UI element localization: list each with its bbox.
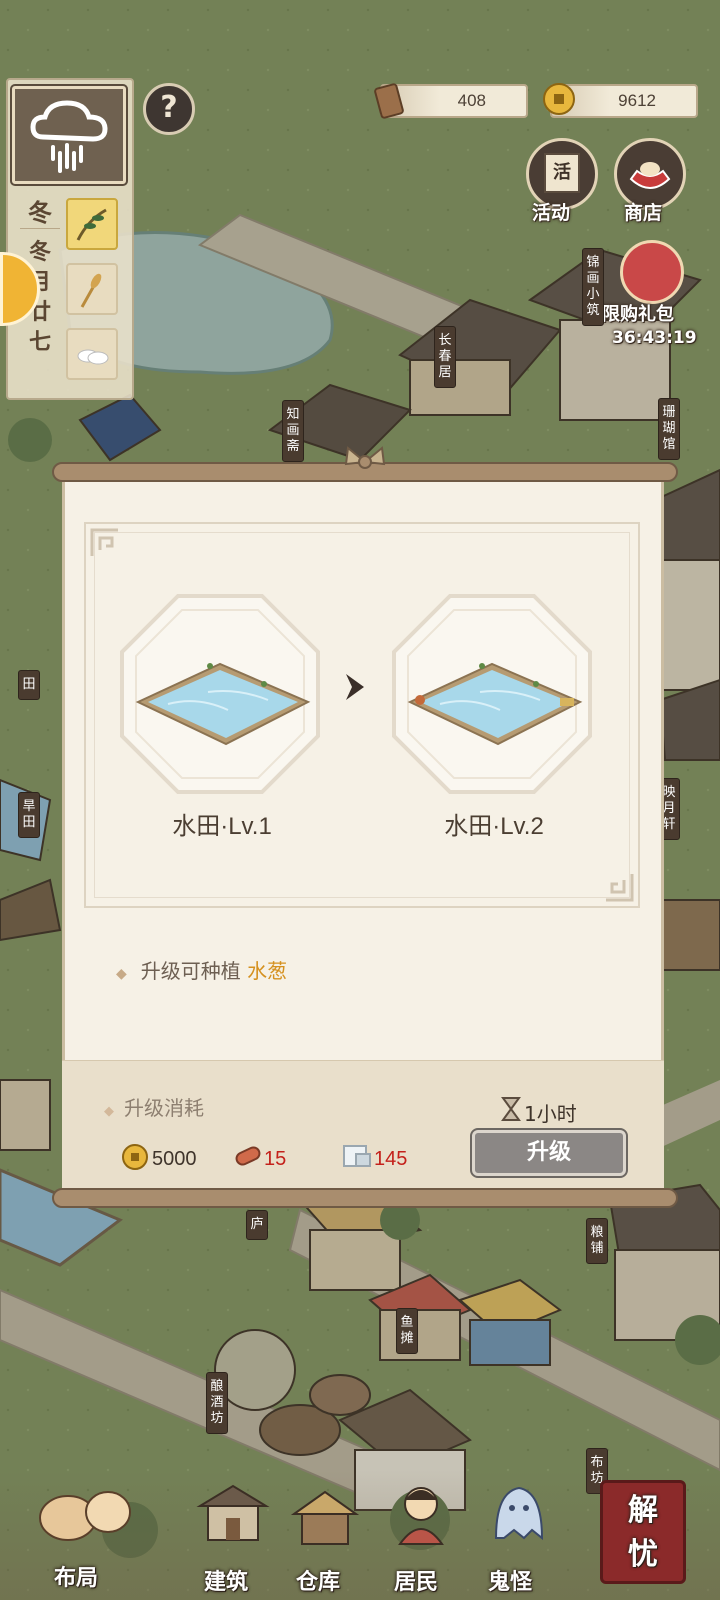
cloud-icon [77, 349, 109, 365]
wood-cost-icon [235, 1146, 261, 1166]
nav-ghosts[interactable]: 鬼怪 [488, 1564, 532, 1596]
rice-slot-selected[interactable] [66, 198, 118, 250]
field-lv2-label: 水田·Lv.2 [384, 806, 604, 841]
cloud-slot[interactable] [66, 328, 118, 380]
field-lv2-image [392, 594, 592, 794]
bullet-diamond-icon: ◆ [104, 1104, 114, 1119]
wood-amount: 408 [457, 91, 486, 110]
field-lv1-level: Lv.1 [228, 813, 272, 840]
limited-pack-timer: 36:43:19 [612, 328, 697, 348]
upgrade-time: 1小时 [524, 1102, 577, 1126]
activity-label: 活动 [532, 202, 571, 224]
jieyou-button[interactable]: 解忧 [600, 1480, 686, 1584]
coin-cost-icon [122, 1144, 148, 1170]
wheat-icon [80, 273, 102, 308]
field-lv1-image [120, 594, 320, 794]
upgrade-unlock-note: ◆ 升级可种植 水葱 [116, 955, 287, 984]
sign-liangpu[interactable]: 粮铺 [586, 1218, 608, 1264]
knot-ornament-icon [344, 446, 386, 469]
coin-amount: 9612 [618, 91, 656, 110]
sign-tian[interactable]: 田 [18, 670, 40, 700]
cost-title-text: 升级消耗 [124, 1096, 204, 1120]
help-button[interactable]: ? [143, 83, 195, 135]
sign-niangjiu[interactable]: 酿酒坊 [206, 1372, 228, 1434]
activity-scroll-icon: 活 [544, 153, 580, 193]
corner-ornament-icon [90, 528, 118, 556]
shop-label: 商店 [624, 202, 663, 224]
field-lv2-dot: · [492, 813, 501, 840]
ghost-icon [482, 1478, 556, 1548]
nav-residents[interactable]: 居民 [394, 1564, 438, 1596]
stone-cost-icon [343, 1145, 371, 1167]
field-lv2-level: Lv.2 [500, 813, 544, 840]
sign-zhihua[interactable]: 知画斋 [282, 400, 304, 462]
date-char-4: 七 [28, 329, 51, 355]
bullet-diamond-icon: ◆ [116, 966, 127, 982]
nav-storage[interactable]: 仓库 [296, 1564, 340, 1596]
sign-lu[interactable]: 庐 [246, 1210, 268, 1240]
rice-plant-icon [76, 208, 107, 241]
stone-cost: 145 [374, 1148, 408, 1170]
season-label: 冬 [20, 198, 60, 229]
wood-log-icon [374, 83, 404, 119]
field-lv2-name: 水田 [444, 813, 493, 840]
building-icon [196, 1478, 270, 1548]
upgrade-button[interactable]: 升级 [470, 1128, 628, 1178]
rain-cloud-icon[interactable] [10, 84, 128, 186]
sign-hantian[interactable]: 旱田 [18, 792, 40, 838]
scroll-rod-bottom [52, 1188, 678, 1208]
unlock-crop-name: 水葱 [247, 959, 288, 983]
corner-ornament-icon [606, 874, 634, 902]
layout-icon [28, 1478, 138, 1548]
limited-pack-icon[interactable] [620, 240, 684, 304]
field-lv1-name: 水田 [172, 813, 221, 840]
sign-changchun[interactable]: 长春居 [434, 326, 456, 388]
copper-coin-icon [543, 83, 575, 115]
wheat-slot[interactable] [66, 263, 118, 315]
field-lv1-dot: · [220, 813, 229, 840]
unlock-note-prefix: 升级可种植 [140, 959, 241, 983]
storage-icon [288, 1482, 362, 1552]
hourglass-icon [501, 1097, 521, 1121]
sign-jinhua[interactable]: 锦画小筑 [582, 248, 604, 326]
arrow-right-icon [346, 674, 364, 700]
wood-cost: 15 [264, 1148, 287, 1170]
nav-build[interactable]: 建筑 [204, 1564, 248, 1596]
coin-cost: 5000 [152, 1148, 197, 1170]
sign-yutan[interactable]: 鱼摊 [396, 1308, 418, 1354]
sign-shanhu[interactable]: 珊瑚馆 [658, 398, 680, 460]
limited-pack-label: 限购礼包 [602, 304, 674, 325]
field-lv1-label: 水田·Lv.1 [112, 806, 332, 841]
jieyou-char-1: 解忧 [628, 1493, 658, 1572]
resident-icon [384, 1480, 458, 1550]
nav-layout[interactable]: 布局 [54, 1560, 98, 1592]
upgrade-cost-title: ◆ 升级消耗 [104, 1092, 204, 1121]
jieyou-label: 解忧 [603, 1489, 683, 1577]
